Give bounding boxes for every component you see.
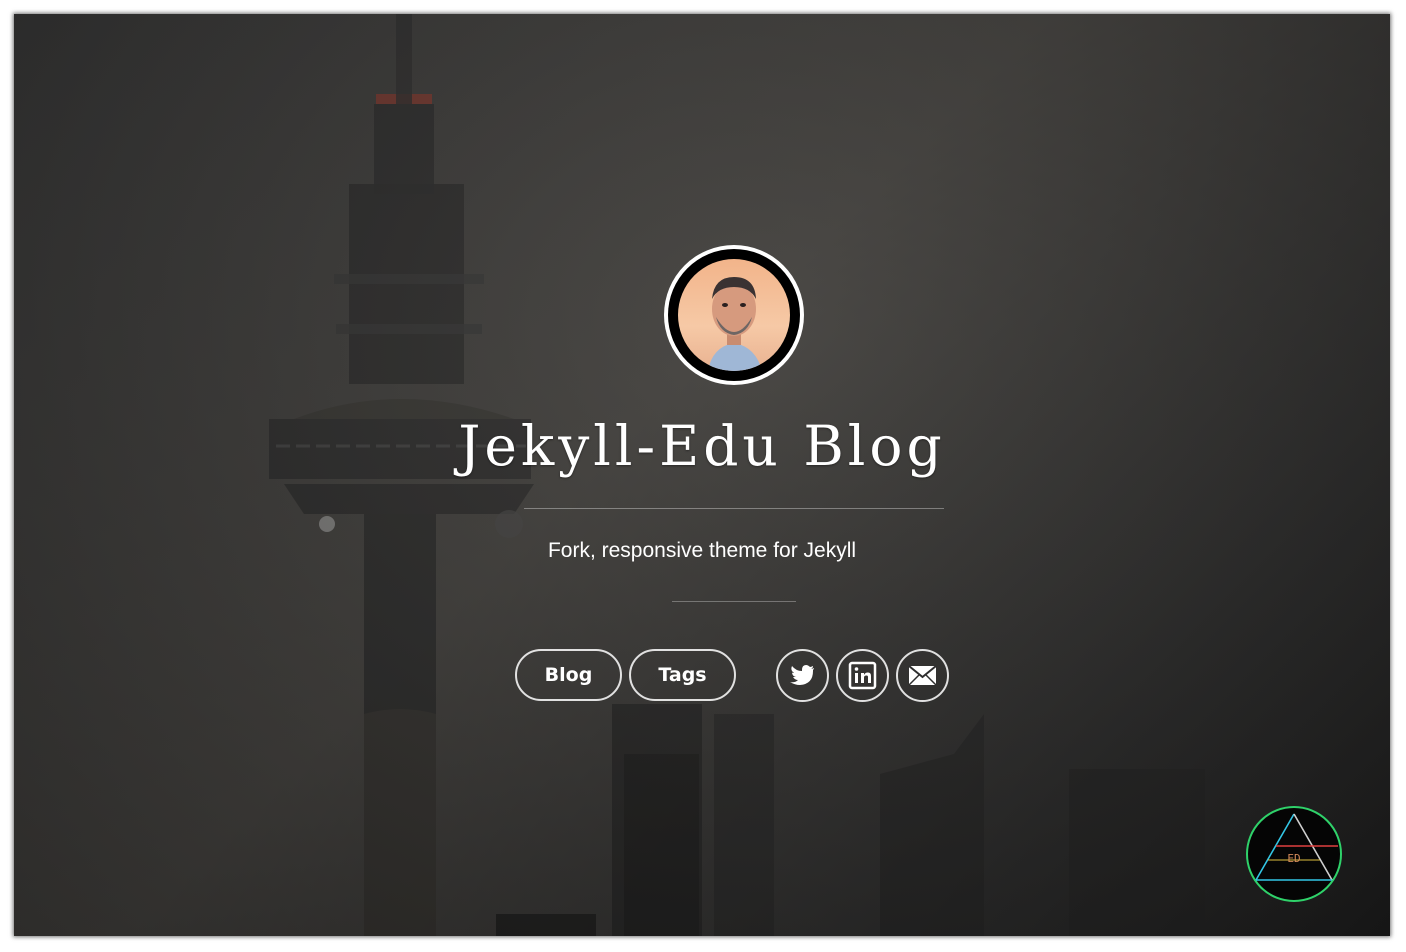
nav-tags-button[interactable]: Tags <box>629 649 736 701</box>
twitter-button[interactable] <box>776 649 829 702</box>
avatar[interactable] <box>664 245 804 385</box>
title-divider <box>524 508 944 509</box>
linkedin-button[interactable] <box>836 649 889 702</box>
nav-blog-button[interactable]: Blog <box>515 649 622 701</box>
tagline-divider <box>672 601 796 602</box>
site-title: Jekyll-Edu Blog <box>458 414 946 478</box>
site-badge[interactable]: ED <box>1246 806 1342 902</box>
site-tagline: Fork, responsive theme for Jekyll <box>547 539 857 562</box>
email-button[interactable] <box>896 649 949 702</box>
person-photo-icon <box>708 277 762 371</box>
badge-label: ED <box>1287 852 1301 865</box>
hero-section: Jekyll-Edu Blog Fork, responsive theme f… <box>14 14 1390 936</box>
avatar-ring <box>668 249 800 381</box>
email-icon <box>908 665 937 686</box>
linkedin-icon <box>848 661 877 690</box>
avatar-photo <box>678 259 790 371</box>
page-frame: Jekyll-Edu Blog Fork, responsive theme f… <box>14 14 1390 936</box>
twitter-icon <box>790 665 814 685</box>
